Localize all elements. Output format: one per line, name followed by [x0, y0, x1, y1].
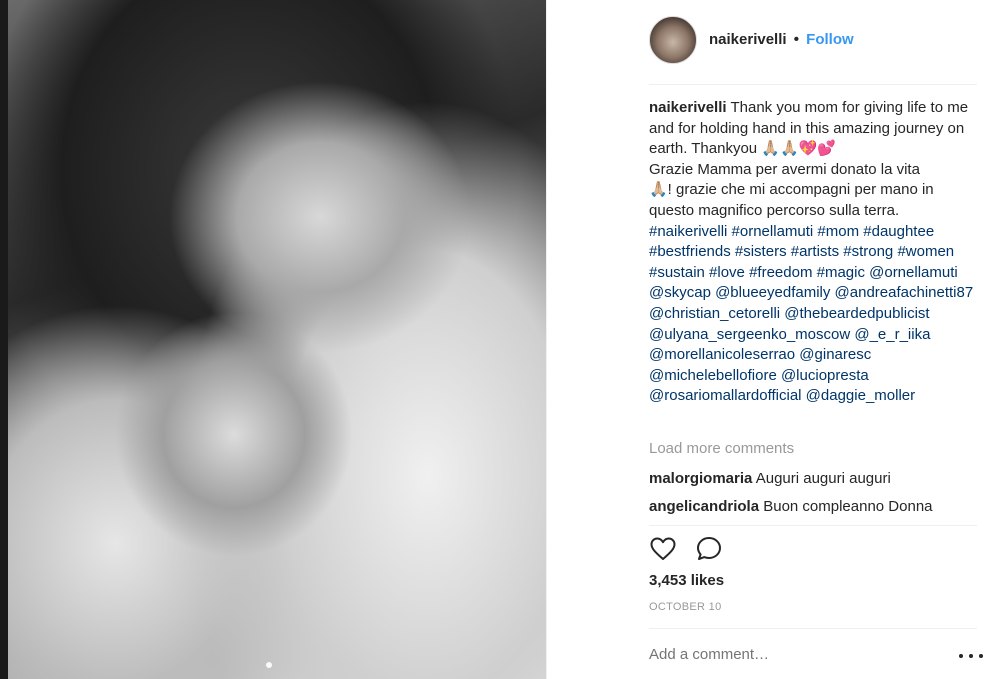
photo-image: [8, 0, 546, 679]
caption-hashtags-mentions[interactable]: #naikerivelli #ornellamuti #mom #daughte…: [649, 222, 979, 407]
more-dot-icon: [979, 654, 983, 658]
load-more-comments-link[interactable]: Load more comments: [649, 440, 794, 457]
header-username[interactable]: naikerivelli: [709, 31, 787, 48]
actions-divider: [649, 525, 977, 526]
carousel-indicator-dot: [266, 662, 272, 668]
header-separator: •: [793, 31, 799, 48]
more-dot-icon: [959, 654, 963, 658]
speech-bubble-icon[interactable]: [695, 535, 723, 563]
post-caption: naikerivelli Thank you mom for giving li…: [649, 98, 979, 407]
likes-count[interactable]: 3,453 likes: [649, 572, 724, 589]
post-side-panel: naikerivelli • Follow naikerivelli Thank…: [546, 0, 1000, 679]
more-dot-icon: [969, 654, 973, 658]
add-comment-divider: [649, 628, 977, 629]
comment-username[interactable]: angelicandriola: [649, 498, 759, 515]
post-photo[interactable]: [0, 0, 546, 679]
caption-text-it-2: 🙏🏼! grazie che mi accompagni per mano in…: [649, 181, 934, 219]
comment-item: malorgiomaria Auguri auguri auguri: [649, 470, 891, 487]
caption-text-it-1: Grazie Mamma per avermi donato la vita: [649, 160, 920, 178]
caption-username[interactable]: naikerivelli: [649, 99, 727, 116]
post-header: naikerivelli • Follow: [709, 31, 854, 48]
follow-button[interactable]: Follow: [806, 31, 854, 48]
comment-text: Buon compleanno Donna: [763, 498, 933, 515]
heart-icon[interactable]: [649, 535, 677, 563]
comment-text: Auguri auguri auguri: [755, 470, 891, 487]
header-divider: [649, 84, 977, 85]
comment-username[interactable]: malorgiomaria: [649, 470, 752, 487]
user-avatar[interactable]: [649, 16, 697, 64]
post-date[interactable]: OCTOBER 10: [649, 601, 722, 613]
add-comment-input[interactable]: [649, 646, 939, 663]
comment-item: angelicandriola Buon compleanno Donna: [649, 498, 933, 515]
more-options-icon[interactable]: [959, 648, 983, 664]
